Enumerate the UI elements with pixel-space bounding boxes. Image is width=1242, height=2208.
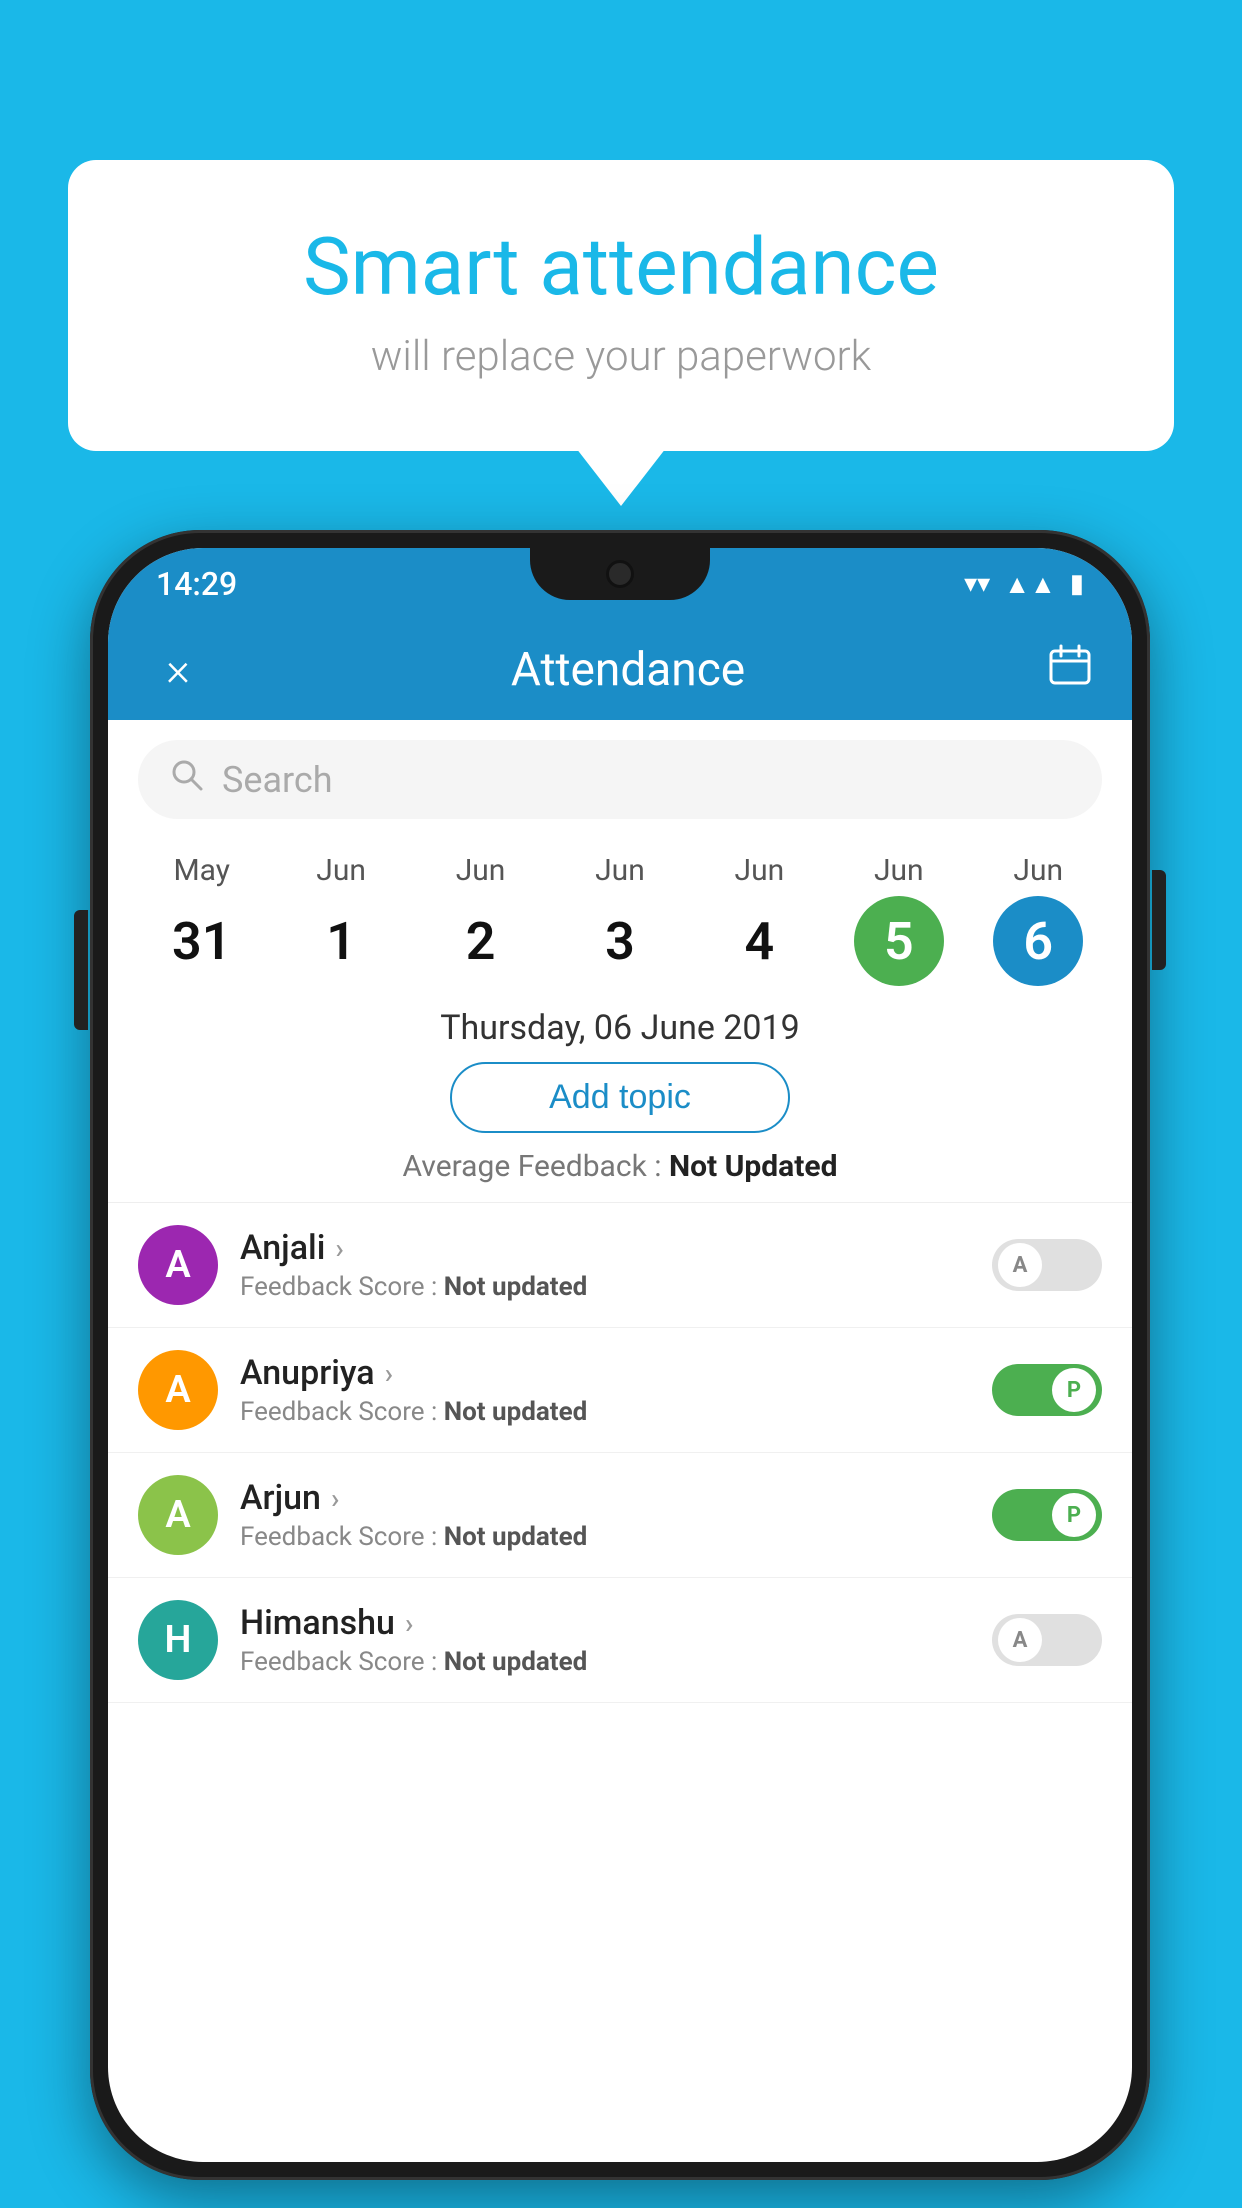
date-day-0[interactable]: 31 — [157, 896, 247, 986]
status-time: 14:29 — [156, 565, 237, 603]
date-day-5[interactable]: 5 — [854, 896, 944, 986]
student-name-2: Arjun › — [240, 1478, 970, 1518]
student-chevron-2: › — [331, 1482, 339, 1515]
avg-feedback-value: Not Updated — [669, 1149, 838, 1184]
date-day-2[interactable]: 2 — [436, 896, 526, 986]
camera-notch — [606, 560, 634, 588]
speech-bubble: Smart attendance will replace your paper… — [68, 160, 1174, 451]
search-bar[interactable]: Search — [138, 740, 1102, 819]
selected-date-label: Thursday, 06 June 2019 — [108, 1008, 1132, 1048]
signal-icon: ▲▲ — [1004, 569, 1055, 600]
toggle-circle-2: P — [1052, 1493, 1096, 1537]
date-col-3[interactable]: Jun 3 — [575, 853, 665, 986]
speech-bubble-subtitle: will replace your paperwork — [148, 332, 1094, 381]
student-chevron-1: › — [385, 1357, 393, 1390]
phone-screen: 14:29 ▾▾ ▲▲ ▮ × Attendance — [108, 548, 1132, 2162]
student-avatar-1: A — [138, 1350, 218, 1430]
date-col-1[interactable]: Jun 1 — [296, 853, 386, 986]
student-item-1[interactable]: A Anupriya › Feedback Score : Not updated P — [108, 1328, 1132, 1453]
student-avatar-0: A — [138, 1225, 218, 1305]
student-item-2[interactable]: A Arjun › Feedback Score : Not updated P — [108, 1453, 1132, 1578]
avg-feedback: Average Feedback : Not Updated — [108, 1149, 1132, 1184]
student-feedback-0: Feedback Score : Not updated — [240, 1272, 970, 1302]
date-month-4: Jun — [735, 853, 785, 888]
student-feedback-3: Feedback Score : Not updated — [240, 1647, 970, 1677]
date-month-6: Jun — [1013, 853, 1063, 888]
date-day-4[interactable]: 4 — [714, 896, 804, 986]
attend-toggle-3[interactable]: A — [992, 1614, 1102, 1666]
header-title: Attendance — [511, 643, 745, 697]
toggle-circle-3: A — [998, 1618, 1042, 1662]
search-placeholder: Search — [222, 759, 333, 801]
date-day-6[interactable]: 6 — [993, 896, 1083, 986]
student-chevron-0: › — [335, 1232, 343, 1265]
attend-toggle-2[interactable]: P — [992, 1489, 1102, 1541]
student-info-1: Anupriya › Feedback Score : Not updated — [240, 1353, 970, 1427]
date-day-3[interactable]: 3 — [575, 896, 665, 986]
add-topic-button[interactable]: Add topic — [450, 1062, 790, 1133]
date-month-3: Jun — [595, 853, 645, 888]
phone-wrapper: 14:29 ▾▾ ▲▲ ▮ × Attendance — [90, 530, 1150, 2180]
student-avatar-2: A — [138, 1475, 218, 1555]
student-chevron-3: › — [405, 1607, 413, 1640]
student-item-3[interactable]: H Himanshu › Feedback Score : Not updated A — [108, 1578, 1132, 1703]
close-button[interactable]: × — [148, 643, 208, 697]
student-name-3: Himanshu › — [240, 1603, 970, 1643]
status-icons: ▾▾ ▲▲ ▮ — [964, 569, 1084, 600]
date-selector: May 31 Jun 1 Jun 2 Jun 3 Jun 4 Jun 5 Jun 6 — [108, 839, 1132, 986]
date-col-2[interactable]: Jun 2 — [436, 853, 526, 986]
toggle-circle-1: P — [1052, 1368, 1096, 1412]
phone-notch — [530, 548, 710, 600]
wifi-icon: ▾▾ — [964, 569, 990, 599]
date-col-5[interactable]: Jun 5 — [854, 853, 944, 986]
date-col-6[interactable]: Jun 6 — [993, 853, 1083, 986]
date-month-2: Jun — [456, 853, 506, 888]
student-info-3: Himanshu › Feedback Score : Not updated — [240, 1603, 970, 1677]
date-col-0[interactable]: May 31 — [157, 853, 247, 986]
search-icon — [170, 758, 204, 801]
date-month-0: May — [173, 853, 229, 888]
battery-icon: ▮ — [1070, 569, 1084, 599]
attend-toggle-1[interactable]: P — [992, 1364, 1102, 1416]
app-header: × Attendance — [108, 620, 1132, 720]
student-name-0: Anjali › — [240, 1228, 970, 1268]
attend-toggle-0[interactable]: A — [992, 1239, 1102, 1291]
date-month-5: Jun — [874, 853, 924, 888]
toggle-circle-0: A — [998, 1243, 1042, 1287]
calendar-icon[interactable] — [1048, 643, 1092, 697]
student-list: AAnjali ›Feedback Score : Not updatedAAA… — [108, 1202, 1132, 1703]
student-name-1: Anupriya › — [240, 1353, 970, 1393]
date-day-1[interactable]: 1 — [296, 896, 386, 986]
phone-frame: 14:29 ▾▾ ▲▲ ▮ × Attendance — [90, 530, 1150, 2180]
date-col-4[interactable]: Jun 4 — [714, 853, 804, 986]
date-month-1: Jun — [316, 853, 366, 888]
student-avatar-3: H — [138, 1600, 218, 1680]
speech-bubble-title: Smart attendance — [148, 220, 1094, 314]
student-info-0: Anjali › Feedback Score : Not updated — [240, 1228, 970, 1302]
student-item-0[interactable]: A Anjali › Feedback Score : Not updated A — [108, 1203, 1132, 1328]
student-feedback-1: Feedback Score : Not updated — [240, 1397, 970, 1427]
student-info-2: Arjun › Feedback Score : Not updated — [240, 1478, 970, 1552]
student-feedback-2: Feedback Score : Not updated — [240, 1522, 970, 1552]
avg-feedback-prefix: Average Feedback : — [403, 1149, 669, 1184]
